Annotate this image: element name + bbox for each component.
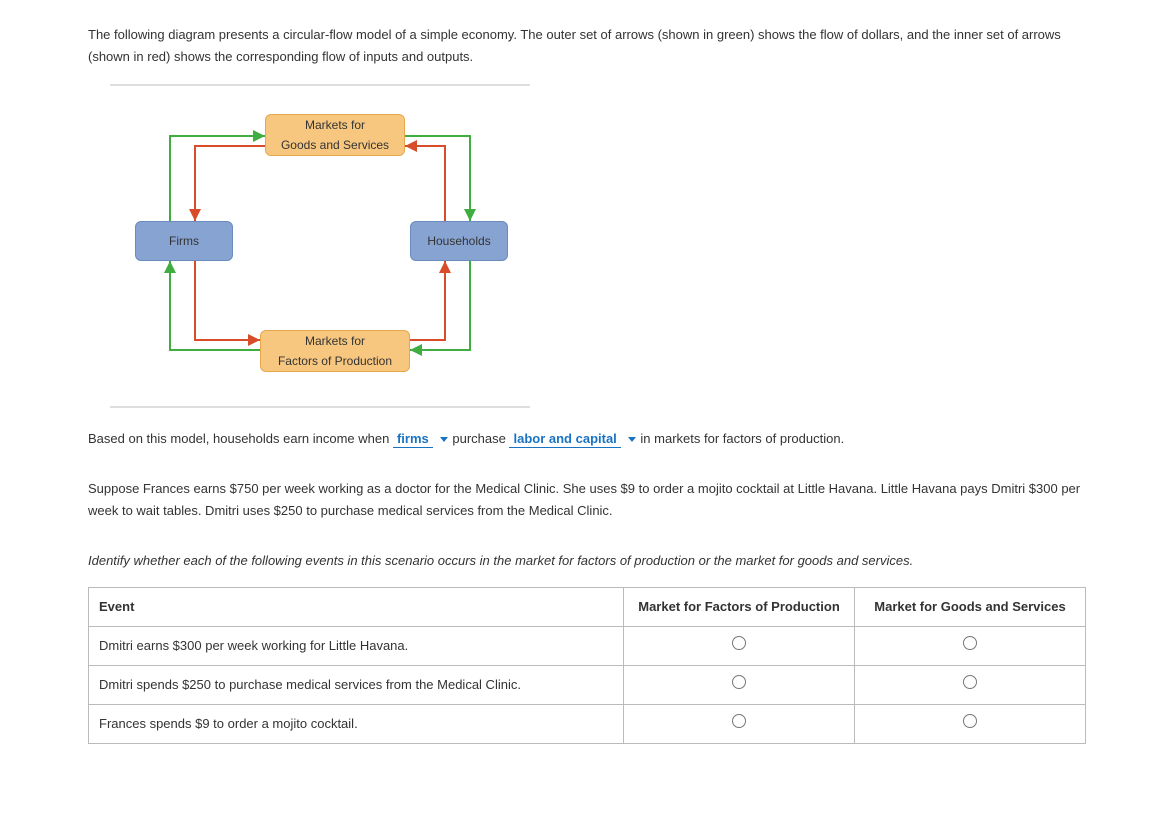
q1-prefix: Based on this model, households earn inc… [88, 431, 393, 446]
col-header-event: Event [89, 587, 624, 626]
scenario-text: Suppose Frances earns $750 per week work… [88, 478, 1086, 522]
circular-flow-diagram: Markets forGoods and Services Firms Hous… [110, 84, 530, 408]
radio-goods-0[interactable] [963, 636, 977, 650]
events-table: Event Market for Factors of Production M… [88, 587, 1086, 744]
q1-suffix: in markets for factors of production. [640, 431, 844, 446]
col-header-factors: Market for Factors of Production [624, 587, 855, 626]
table-row: Dmitri earns $300 per week working for L… [89, 626, 1086, 665]
dropdown-labor-capital[interactable]: labor and capital [509, 431, 620, 448]
event-cell: Frances spends $9 to order a mojito cock… [89, 704, 624, 743]
node-markets-factors: Markets forFactors of Production [260, 330, 410, 372]
dropdown-firms[interactable]: firms [393, 431, 433, 448]
chevron-down-icon[interactable] [439, 435, 449, 445]
radio-factors-2[interactable] [732, 714, 746, 728]
question-1: Based on this model, households earn inc… [88, 428, 1086, 450]
col-header-goods: Market for Goods and Services [855, 587, 1086, 626]
table-row: Frances spends $9 to order a mojito cock… [89, 704, 1086, 743]
event-cell: Dmitri spends $250 to purchase medical s… [89, 665, 624, 704]
intro-text: The following diagram presents a circula… [88, 24, 1086, 68]
instruction-text: Identify whether each of the following e… [88, 550, 1086, 572]
radio-factors-1[interactable] [732, 675, 746, 689]
radio-factors-0[interactable] [732, 636, 746, 650]
node-markets-goods: Markets forGoods and Services [265, 114, 405, 156]
table-row: Dmitri spends $250 to purchase medical s… [89, 665, 1086, 704]
radio-goods-1[interactable] [963, 675, 977, 689]
chevron-down-icon[interactable] [627, 435, 637, 445]
q1-mid: purchase [452, 431, 509, 446]
node-households: Households [410, 221, 508, 261]
event-cell: Dmitri earns $300 per week working for L… [89, 626, 624, 665]
node-firms: Firms [135, 221, 233, 261]
radio-goods-2[interactable] [963, 714, 977, 728]
diagram-container: Markets forGoods and Services Firms Hous… [110, 84, 1086, 408]
